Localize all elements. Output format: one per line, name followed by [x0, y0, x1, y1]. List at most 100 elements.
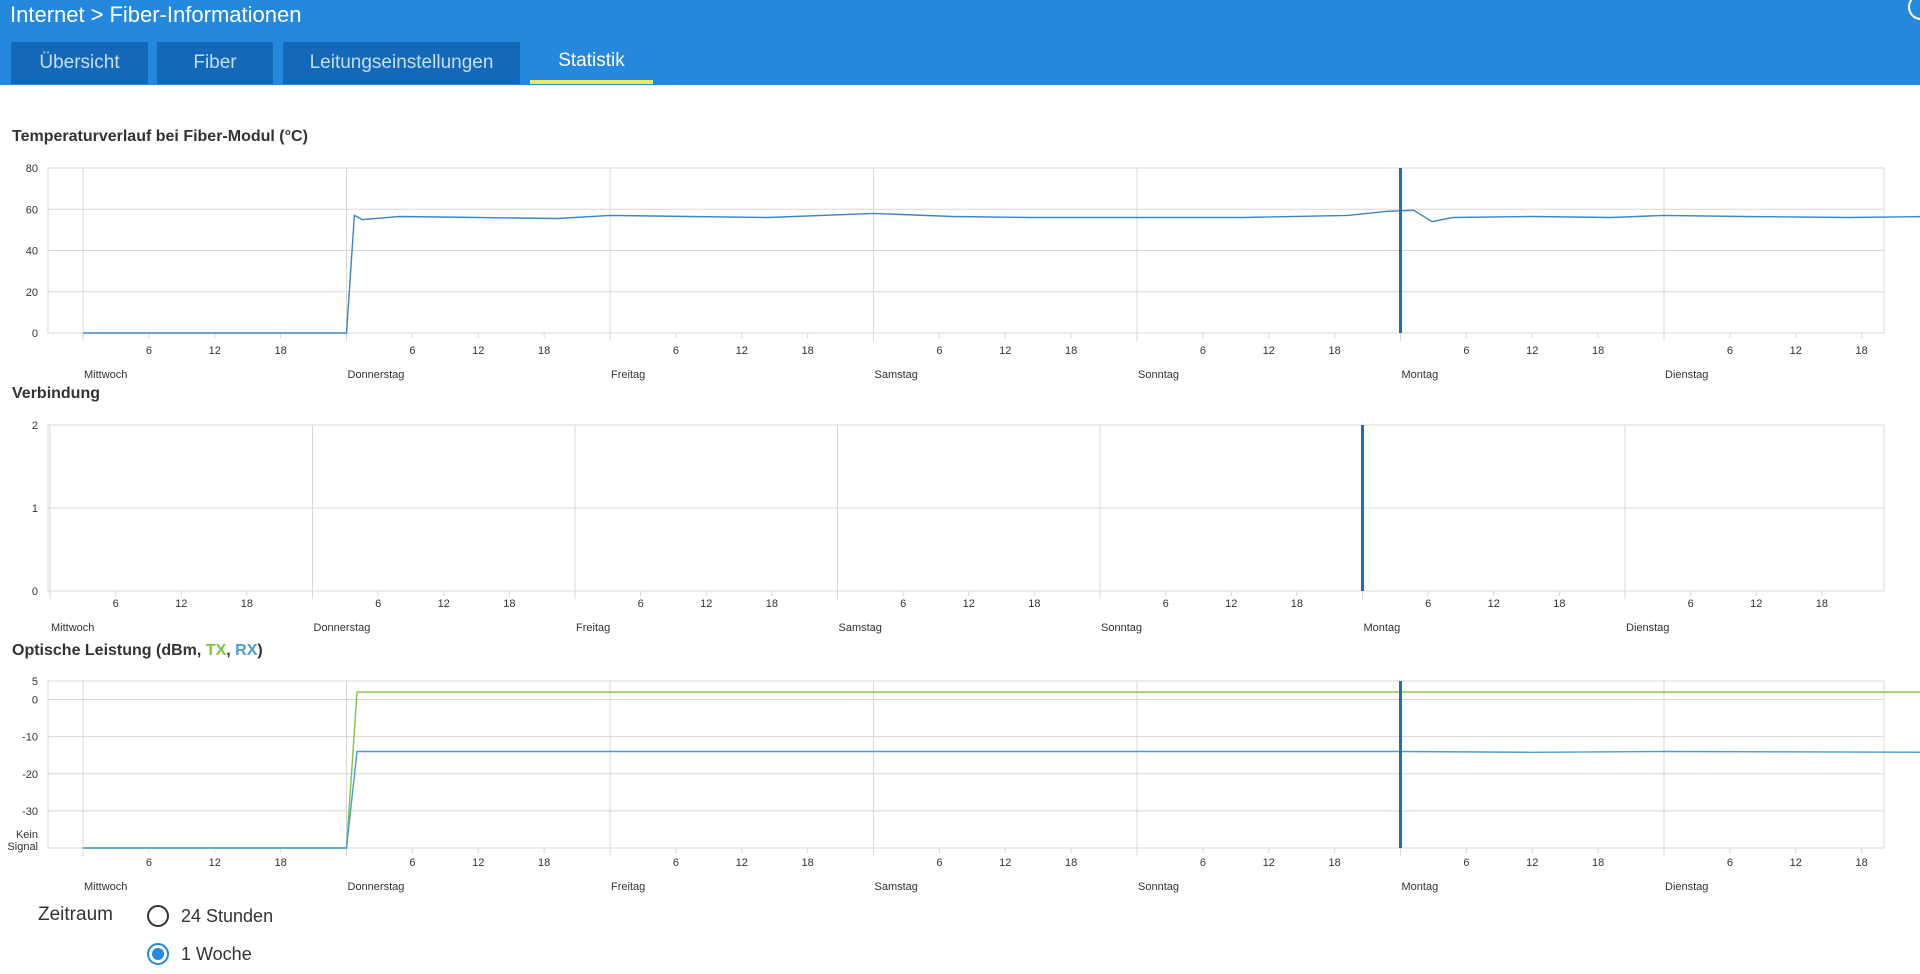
hour-tick-label: 12	[1790, 857, 1802, 869]
day-label: Mittwoch	[84, 369, 127, 381]
hour-tick-label: 18	[1856, 857, 1868, 869]
day-label: Dienstag	[1626, 622, 1669, 634]
hour-tick-label: 6	[1688, 598, 1694, 610]
hour-tick-label: 6	[146, 345, 152, 357]
hour-tick-label: 6	[1200, 857, 1206, 869]
title-suffix: )	[257, 642, 263, 659]
day-label: Donnerstag	[348, 881, 405, 893]
tab-label: Fiber	[193, 52, 237, 73]
y-tick-label: 1	[32, 503, 38, 515]
day-label: Samstag	[839, 622, 882, 634]
temperature-chart-title: Temperaturverlauf bei Fiber-Modul (°C)	[12, 128, 308, 145]
series-line-rx	[83, 750, 1920, 849]
hour-tick-label: 6	[1163, 598, 1169, 610]
day-label: Montag	[1402, 881, 1439, 893]
hour-tick-label: 12	[999, 857, 1011, 869]
hour-tick-label: 6	[936, 857, 942, 869]
hour-tick-label: 18	[503, 598, 515, 610]
hour-tick-label: 12	[1526, 857, 1538, 869]
hour-tick-label: 12	[472, 345, 484, 357]
radio-24-stunden[interactable]: 24 Stunden	[147, 905, 273, 927]
hour-tick-label: 12	[999, 345, 1011, 357]
day-label: Freitag	[611, 881, 645, 893]
breadcrumb-separator: >	[90, 2, 104, 27]
radio-1-woche[interactable]: 1 Woche	[147, 943, 252, 965]
hour-tick-label: 18	[802, 345, 814, 357]
hour-tick-label: 18	[241, 598, 253, 610]
hour-tick-label: 12	[1750, 598, 1762, 610]
day-label: Mittwoch	[84, 881, 127, 893]
breadcrumb-item-internet[interactable]: Internet	[10, 2, 85, 28]
y-tick-label: 20	[26, 287, 38, 299]
y-tick-label: -10	[22, 732, 38, 744]
hour-tick-label: 18	[1592, 857, 1604, 869]
optical-power-chart-title: Optische Leistung (dBm, TX, RX)	[12, 642, 263, 660]
tab-label: Leitungseinstellungen	[309, 52, 494, 73]
hour-tick-label: 6	[1727, 345, 1733, 357]
hour-tick-label: 6	[936, 345, 942, 357]
radio-button-unchecked[interactable]	[147, 905, 169, 927]
hour-tick-label: 18	[275, 857, 287, 869]
hour-tick-label: 18	[1816, 598, 1828, 610]
tab-label: Übersicht	[39, 52, 120, 73]
y-tick-label: 60	[26, 204, 38, 216]
radio-dot	[152, 948, 164, 960]
tab-leitungseinstellungen[interactable]: Leitungseinstellungen	[283, 42, 520, 84]
tab-statistik[interactable]: Statistik	[530, 42, 653, 84]
hour-tick-label: 18	[802, 857, 814, 869]
day-label: Donnerstag	[314, 622, 371, 634]
breadcrumb: Internet > Fiber-Informationen	[10, 2, 301, 28]
hour-tick-label: 6	[1200, 345, 1206, 357]
hour-tick-label: 6	[1727, 857, 1733, 869]
day-label: Dienstag	[1665, 881, 1708, 893]
tab-fiber[interactable]: Fiber	[157, 42, 273, 84]
radio-button-checked[interactable]	[147, 943, 169, 965]
tab-uebersicht[interactable]: Übersicht	[11, 42, 148, 84]
header-bar: Internet > Fiber-Informationen Übersicht…	[0, 0, 1920, 85]
hour-tick-label: 12	[1263, 857, 1275, 869]
hour-tick-label: 12	[438, 598, 450, 610]
hour-tick-label: 12	[1488, 598, 1500, 610]
hour-tick-label: 18	[275, 345, 287, 357]
hour-tick-label: 6	[409, 857, 415, 869]
hour-tick-label: 18	[1329, 345, 1341, 357]
y-tick-label: 0	[32, 695, 38, 707]
hour-tick-label: 12	[963, 598, 975, 610]
optical-power-chart: 5 0 -10 -20 -30 KeinSignal Mittwoch 6 12 18 Donner…	[7, 676, 1920, 893]
title-prefix: Optische Leistung (dBm,	[12, 642, 206, 659]
hour-tick-label: 18	[1856, 345, 1868, 357]
hour-tick-label: 12	[1263, 345, 1275, 357]
breadcrumb-item-fiber-informationen: Fiber-Informationen	[109, 2, 302, 27]
title-rx: RX	[235, 642, 258, 659]
hour-tick-label: 12	[209, 345, 221, 357]
hour-tick-label: 18	[1553, 598, 1565, 610]
hour-tick-label: 6	[1425, 598, 1431, 610]
hour-tick-label: 6	[113, 598, 119, 610]
hour-tick-label: 12	[1225, 598, 1237, 610]
y-tick-label: 0	[32, 586, 38, 598]
series-line-0	[83, 209, 1920, 334]
day-label: Freitag	[611, 369, 645, 381]
hour-tick-label: 12	[1790, 345, 1802, 357]
day-label: Sonntag	[1138, 369, 1179, 381]
day-label: Freitag	[576, 622, 610, 634]
radio-label-24-stunden: 24 Stunden	[181, 905, 274, 926]
tab-label: Statistik	[558, 50, 625, 71]
day-label: Montag	[1402, 369, 1439, 381]
hour-tick-label: 18	[1329, 857, 1341, 869]
hour-tick-label: 6	[1463, 857, 1469, 869]
hour-tick-label: 18	[1028, 598, 1040, 610]
y-tick-label: -30	[22, 806, 38, 818]
hour-tick-label: 18	[1592, 345, 1604, 357]
y-tick-label: 40	[26, 246, 38, 258]
hour-tick-label: 18	[538, 857, 550, 869]
hour-tick-label: 12	[209, 857, 221, 869]
hour-tick-label: 6	[673, 345, 679, 357]
help-icon[interactable]	[1908, 0, 1920, 20]
y-tick-label: -20	[22, 769, 38, 781]
hour-tick-label: 12	[736, 857, 748, 869]
hour-tick-label: 6	[1463, 345, 1469, 357]
hour-tick-label: 12	[736, 345, 748, 357]
hour-tick-label: 18	[538, 345, 550, 357]
plot-frame	[47, 680, 1885, 849]
